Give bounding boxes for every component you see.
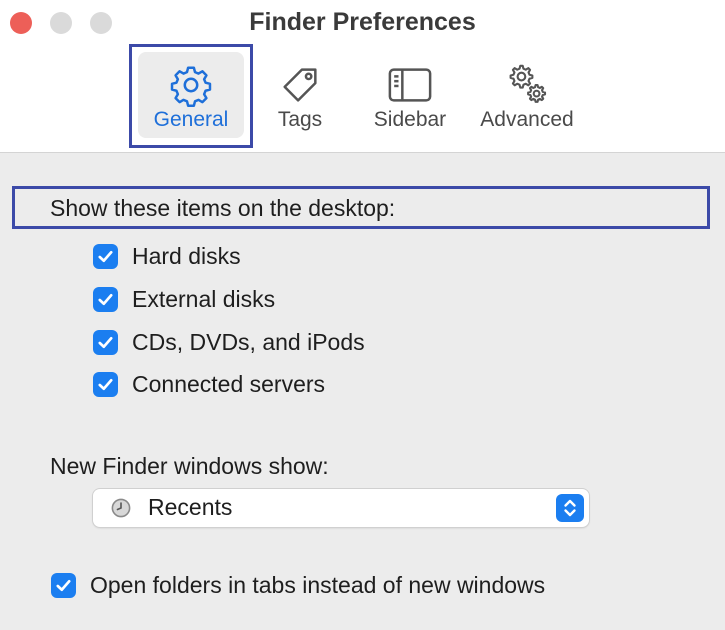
hard-disks-checkbox[interactable] (93, 243, 118, 269)
tab-tags[interactable]: Tags (258, 56, 342, 136)
new-windows-selected-value: Recents (148, 494, 233, 520)
cds-dvds-ipods-label: CDs, DVDs, and iPods (132, 328, 365, 355)
finder-preferences-window: Finder Preferences General Tags Sidebar … (0, 0, 725, 630)
checkmark-icon (98, 293, 113, 305)
checkbox-row-connected-servers[interactable]: Connected servers (93, 369, 325, 399)
chevron-up-down-icon (564, 499, 576, 517)
tab-sidebar-label: Sidebar (373, 108, 447, 131)
open-in-tabs-label: Open folders in tabs instead of new wind… (90, 571, 546, 598)
select-stepper[interactable] (556, 494, 584, 522)
tab-tags-label: Tags (277, 108, 323, 131)
sidebar-icon (388, 68, 432, 102)
window-title: Finder Preferences (249, 8, 476, 36)
checkmark-icon (98, 336, 113, 348)
external-disks-label: External disks (132, 285, 276, 312)
cds-dvds-ipods-checkbox[interactable] (93, 329, 118, 355)
checkbox-row-cds-dvds-ipods[interactable]: CDs, DVDs, and iPods (93, 327, 365, 357)
hard-disks-label: Hard disks (132, 242, 241, 269)
checkbox-row-hard-disks[interactable]: Hard disks (93, 241, 241, 271)
checkmark-icon (98, 378, 113, 390)
checkmark-icon (98, 250, 113, 262)
tag-icon (283, 68, 317, 102)
gears-icon (509, 64, 547, 103)
new-windows-select[interactable]: Recents (93, 489, 589, 527)
connected-servers-checkbox[interactable] (93, 371, 118, 397)
clock-icon (111, 498, 131, 518)
tab-advanced[interactable]: Advanced (472, 56, 582, 136)
open-in-tabs-checkbox[interactable] (51, 572, 76, 598)
tab-sidebar[interactable]: Sidebar (366, 56, 454, 136)
highlight-box-general-tab (129, 44, 253, 148)
connected-servers-label: Connected servers (132, 370, 326, 397)
checkbox-row-open-in-tabs[interactable]: Open folders in tabs instead of new wind… (51, 570, 545, 600)
title-toolbar: Finder Preferences General Tags Sidebar … (0, 0, 725, 153)
checkbox-row-external-disks[interactable]: External disks (93, 284, 275, 314)
checkmark-icon (56, 579, 71, 591)
external-disks-checkbox[interactable] (93, 286, 118, 312)
new-windows-label: New Finder windows show: (50, 453, 329, 479)
desktop-items-heading: Show these items on the desktop: (50, 195, 396, 221)
tab-advanced-label: Advanced (480, 108, 574, 131)
